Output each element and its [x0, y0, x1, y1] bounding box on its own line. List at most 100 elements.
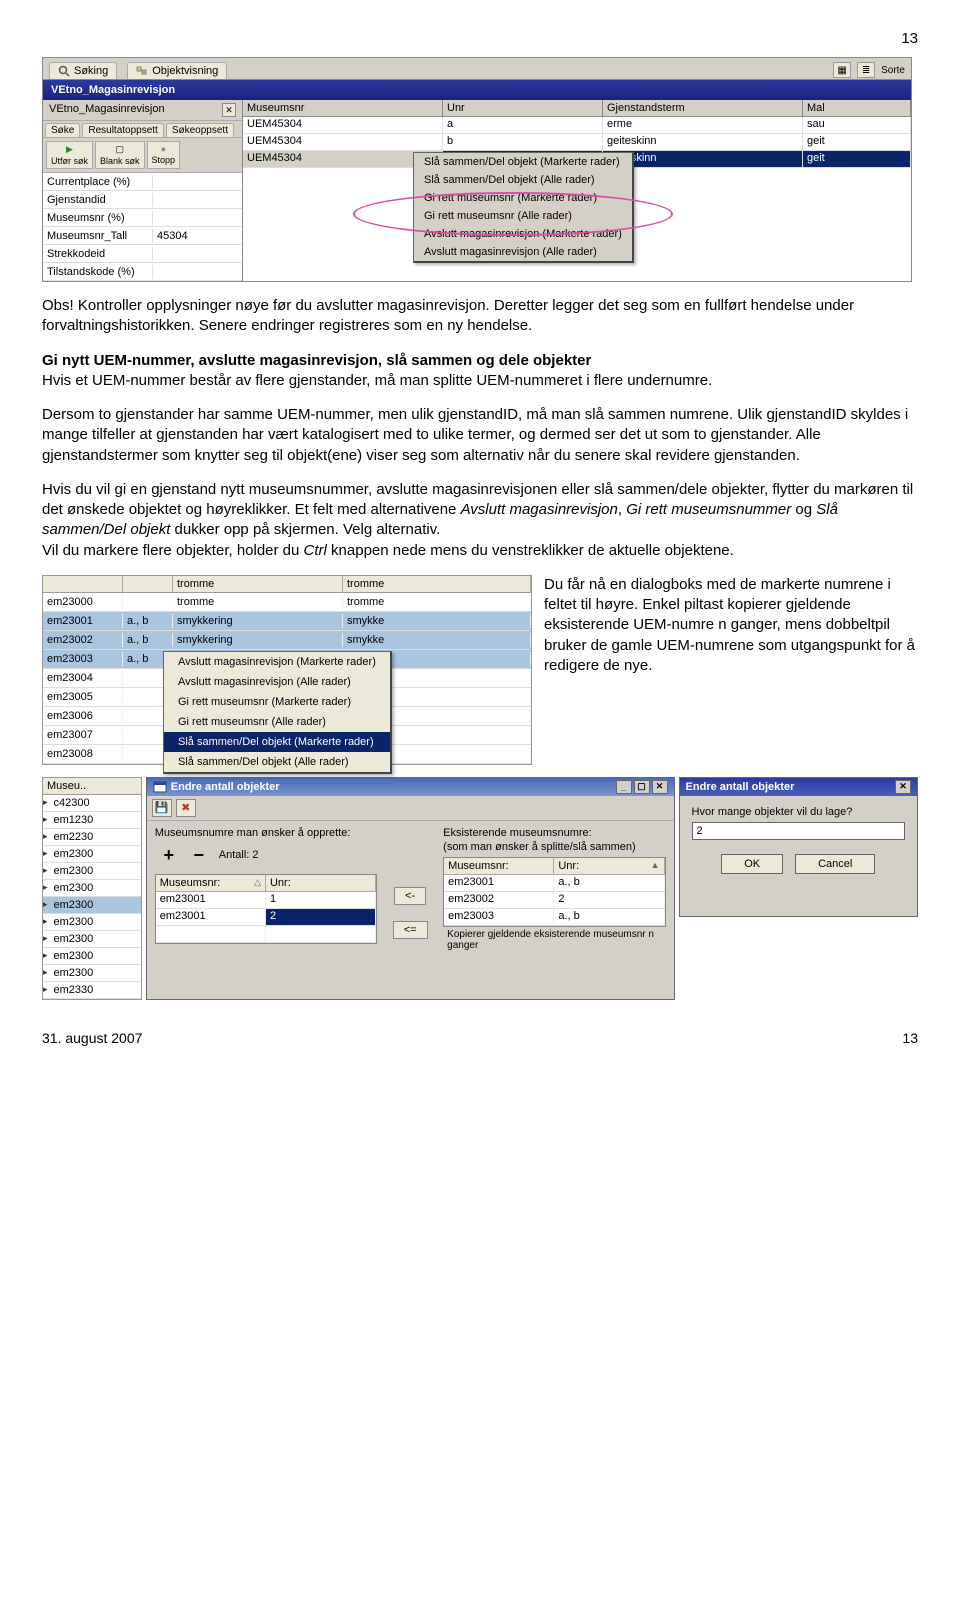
menu-item[interactable]: Avslutt magasinrevisjon (Markerte rader): [414, 225, 632, 243]
table-row[interactable]: em23003a., b: [444, 909, 664, 926]
results-grid: Museumsnr Unr Gjenstandsterm Mal UEM4530…: [243, 100, 911, 281]
field-strekkodeid: Strekkodeid: [43, 247, 153, 261]
list-item[interactable]: em2230: [50, 830, 98, 844]
maximize-button[interactable]: ▢: [634, 780, 650, 794]
table-row[interactable]: em23001a., b: [444, 875, 664, 892]
paragraph: Dersom to gjenstander har samme UEM-numm…: [42, 405, 918, 466]
list-item[interactable]: em2330: [50, 983, 98, 997]
menu-item[interactable]: Slå sammen/Del objekt (Markerte rader): [414, 153, 632, 171]
table-row[interactable]: em230011: [156, 892, 376, 909]
table-row[interactable]: em23002a., bsmykkeringsmykke: [43, 631, 531, 650]
toolbar-icon[interactable]: ▦: [833, 62, 851, 78]
blank-search-button[interactable]: ▢Blank søk: [95, 141, 145, 169]
table-row[interactable]: em230012: [156, 909, 376, 926]
dialog-question: Hvor mange objekter vil du lage?: [692, 806, 905, 818]
list-item[interactable]: c42300: [50, 796, 94, 810]
row-marker-icon: ▸: [43, 797, 48, 808]
transfer-all-button[interactable]: <=: [393, 921, 428, 939]
ok-button[interactable]: OK: [721, 854, 783, 874]
quantity-input[interactable]: 2: [692, 822, 905, 840]
col-mat[interactable]: Mal: [803, 100, 911, 116]
sort-icon[interactable]: ≣: [857, 62, 875, 78]
field-currentplace: Currentplace (%): [43, 175, 153, 189]
list-item[interactable]: em2300: [50, 881, 98, 895]
list-item[interactable]: em1230: [50, 813, 98, 827]
label: Museumsnumre man ønsker å opprette:: [155, 827, 377, 839]
table-row[interactable]: UEM45304bgeiteskinngeit: [243, 134, 911, 151]
col-museumsnr[interactable]: Museumsnr:△: [156, 875, 266, 891]
scroll-up-icon[interactable]: ▲: [651, 860, 660, 872]
menu-item[interactable]: Gi rett museumsnr (Alle rader): [164, 712, 390, 732]
tab-label: Objektvisning: [152, 65, 218, 77]
menu-item[interactable]: Slå sammen/Del objekt (Alle rader): [414, 171, 632, 189]
table-row[interactable]: em230022: [444, 892, 664, 909]
dialog-title: Endre antall objekter: [686, 781, 795, 793]
list-item[interactable]: em2300: [50, 915, 98, 929]
minimize-button[interactable]: _: [616, 780, 632, 794]
objects-icon: [136, 65, 148, 77]
col-museumsnr[interactable]: Museumsnr: [243, 100, 443, 116]
menu-item[interactable]: Avslutt magasinrevisjon (Alle rader): [164, 672, 390, 692]
sort-asc-icon: △: [254, 877, 261, 889]
list-item[interactable]: em2300: [50, 949, 98, 963]
subtab-resultat[interactable]: Resultatoppsett: [82, 123, 164, 137]
list-item[interactable]: em2300: [50, 966, 98, 980]
field-input[interactable]: [153, 181, 242, 183]
plus-button[interactable]: +: [159, 845, 179, 866]
label: Eksisterende museumsnumre:: [443, 827, 665, 839]
context-menu[interactable]: Avslutt magasinrevisjon (Markerte rader)…: [163, 651, 392, 774]
footer-date: 31. august 2007: [42, 1030, 142, 1046]
hint-text: Kopierer gjeldende eksisterende museumsn…: [443, 927, 665, 953]
field-value[interactable]: 45304: [153, 229, 242, 243]
window-endre-antall: Endre antall objekter _ ▢ ✕ 💾 ✖ Museumsn…: [146, 777, 675, 1000]
list-item[interactable]: em2300: [50, 847, 98, 861]
subtab-soke[interactable]: Søke: [45, 123, 80, 137]
stop-button[interactable]: ●Stopp: [147, 141, 181, 169]
minus-button[interactable]: −: [189, 845, 209, 866]
col-museumsnr[interactable]: Museumsnr:: [444, 858, 554, 874]
col-unr[interactable]: Unr:: [266, 875, 376, 891]
list-item[interactable]: em2300: [50, 898, 98, 912]
screenshot-1: Søking Objektvisning ▦ ≣ Sorte VEtno_Mag…: [42, 57, 912, 282]
tab-objektvisning[interactable]: Objektvisning: [127, 62, 227, 79]
col-unr[interactable]: Unr:▲: [554, 858, 664, 874]
paragraph: Gi nytt UEM-nummer, avslutte magasinrevi…: [42, 351, 918, 392]
context-menu[interactable]: Slå sammen/Del objekt (Markerte rader) S…: [413, 152, 634, 263]
heading: Gi nytt UEM-nummer, avslutte magasinrevi…: [42, 352, 591, 369]
menu-item[interactable]: Gi rett museumsnr (Alle rader): [414, 207, 632, 225]
close-icon[interactable]: ✕: [222, 103, 236, 117]
list-item[interactable]: em2300: [50, 932, 98, 946]
menu-item[interactable]: Slå sammen/Del objekt (Alle rader): [164, 752, 390, 772]
cancel-button[interactable]: Cancel: [795, 854, 875, 874]
sort-label: Sorte: [881, 65, 905, 76]
menu-item[interactable]: Gi rett museumsnr (Markerte rader): [164, 692, 390, 712]
save-icon[interactable]: 💾: [152, 799, 172, 817]
col-term[interactable]: Gjenstandsterm: [603, 100, 803, 116]
transfer-left-button[interactable]: <-: [394, 887, 426, 905]
search-icon: [58, 65, 70, 77]
menu-item[interactable]: Avslutt magasinrevisjon (Alle rader): [414, 243, 632, 261]
window-titlebar: VEtno_Magasinrevisjon: [43, 80, 911, 100]
subtab-sokeoppsett[interactable]: Søkeoppsett: [166, 123, 234, 137]
field-museumsnr-tall: Museumsnr_Tall: [43, 229, 153, 243]
tab-label: Søking: [74, 65, 108, 77]
list-item[interactable]: em2300: [50, 864, 98, 878]
menu-item-highlighted[interactable]: Slå sammen/Del objekt (Markerte rader): [164, 732, 390, 752]
table-row[interactable]: UEM45304aermesau: [243, 117, 911, 134]
footer-page: 13: [902, 1030, 918, 1046]
col-unr[interactable]: Unr: [443, 100, 603, 116]
search-panel: VEtno_Magasinrevisjon ✕ Søke Resultatopp…: [43, 100, 243, 281]
delete-icon[interactable]: ✖: [176, 799, 196, 817]
close-button[interactable]: ✕: [895, 780, 911, 794]
menu-item[interactable]: Gi rett museumsnr (Markerte rader): [414, 189, 632, 207]
tab-soking[interactable]: Søking: [49, 62, 117, 79]
screenshot-2: tromme tromme em23000trommetromme em2300…: [42, 575, 532, 765]
close-button[interactable]: ✕: [652, 780, 668, 794]
run-search-button[interactable]: ▶Utfør søk: [46, 141, 93, 169]
label: (som man ønsker å splitte/slå sammen): [443, 841, 665, 853]
page-number-top: 13: [42, 30, 918, 47]
table-row[interactable]: em23001a., bsmykkeringsmykke: [43, 612, 531, 631]
field-museumsnr: Museumsnr (%): [43, 211, 153, 225]
table-row[interactable]: em23000trommetromme: [43, 593, 531, 612]
menu-item[interactable]: Avslutt magasinrevisjon (Markerte rader): [164, 652, 390, 672]
